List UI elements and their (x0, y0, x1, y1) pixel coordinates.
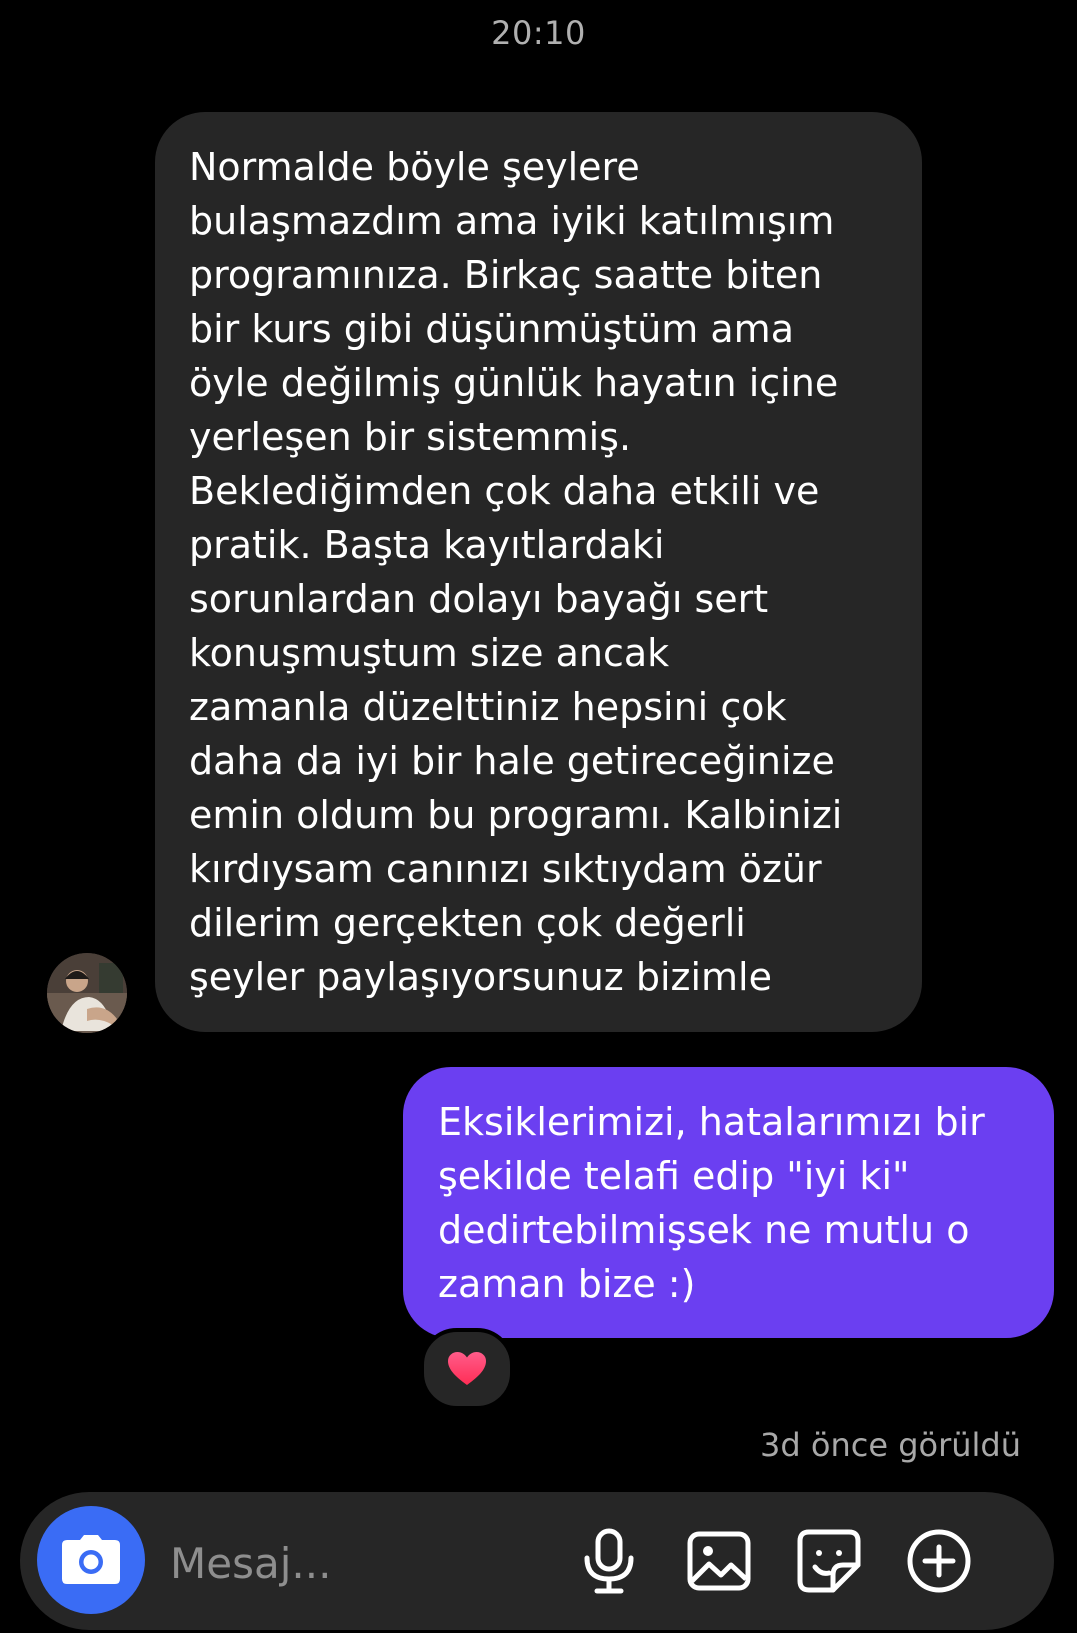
incoming-message-line: konuşmuştum size ancak (189, 631, 670, 675)
message-input[interactable] (168, 1532, 572, 1594)
sticker-button[interactable] (790, 1522, 868, 1600)
outgoing-message-line: Eksiklerimizi, hatalarımızı bir (438, 1100, 985, 1144)
incoming-message-line: yerleşen bir sistemmiş. (189, 415, 632, 459)
outgoing-message-line: dedirtebilmişsek ne mutlu o (438, 1208, 970, 1252)
sender-avatar[interactable] (47, 953, 127, 1033)
message-timestamp: 20:10 (491, 14, 586, 52)
incoming-message-text: Normalde böyle şeylere bulaşmazdım ama i… (189, 140, 892, 1004)
incoming-message-bubble[interactable]: Normalde böyle şeylere bulaşmazdım ama i… (155, 112, 922, 1032)
more-options-button[interactable] (900, 1522, 978, 1600)
outgoing-message-line: şekilde telafi edip "iyi ki" (438, 1154, 910, 1198)
plus-icon (907, 1529, 971, 1593)
incoming-message-line: kırdıysam canınızı sıktıydam özür (189, 847, 822, 891)
gallery-button[interactable] (680, 1522, 758, 1600)
avatar-image (47, 953, 127, 1033)
sticker-icon (797, 1529, 861, 1593)
seen-status: 3d önce görüldü (760, 1426, 1021, 1464)
incoming-message-line: öyle değilmiş günlük hayatın içine (189, 361, 839, 405)
incoming-message-line: emin oldum bu programı. Kalbinizi (189, 793, 843, 837)
heart-icon (448, 1352, 486, 1385)
outgoing-message-line: zaman bize :) (438, 1262, 696, 1306)
incoming-message-line: şeyler paylaşıyorsunuz bizimle (189, 955, 772, 999)
message-composer (20, 1492, 1054, 1630)
microphone-icon (584, 1528, 634, 1594)
incoming-message-line: pratik. Başta kayıtlardaki (189, 523, 665, 567)
incoming-message-line: Normalde böyle şeylere (189, 145, 640, 189)
message-reaction[interactable] (420, 1328, 514, 1410)
incoming-message-line: bir kurs gibi düşünmüştüm ama (189, 307, 794, 351)
camera-button[interactable] (37, 1506, 145, 1614)
incoming-message-line: bulaşmazdım ama iyiki katılmışım (189, 199, 835, 243)
outgoing-message-text: Eksiklerimizi, hatalarımızı bir şekilde … (438, 1095, 1034, 1311)
incoming-message-line: daha da iyi bir hale getireceğinize (189, 739, 835, 783)
incoming-message-line: zamanla düzelttiniz hepsini çok (189, 685, 787, 729)
incoming-message-line: sorunlardan dolayı bayağı sert (189, 577, 769, 621)
outgoing-message-bubble[interactable]: Eksiklerimizi, hatalarımızı bir şekilde … (403, 1067, 1054, 1338)
microphone-button[interactable] (570, 1522, 648, 1600)
incoming-message-line: dilerim gerçekten çok değerli (189, 901, 746, 945)
incoming-message-line: Beklediğimden çok daha etkili ve (189, 469, 820, 513)
incoming-message-line: programınıza. Birkaç saatte biten (189, 253, 823, 297)
image-icon (687, 1531, 751, 1591)
camera-icon (62, 1535, 120, 1584)
